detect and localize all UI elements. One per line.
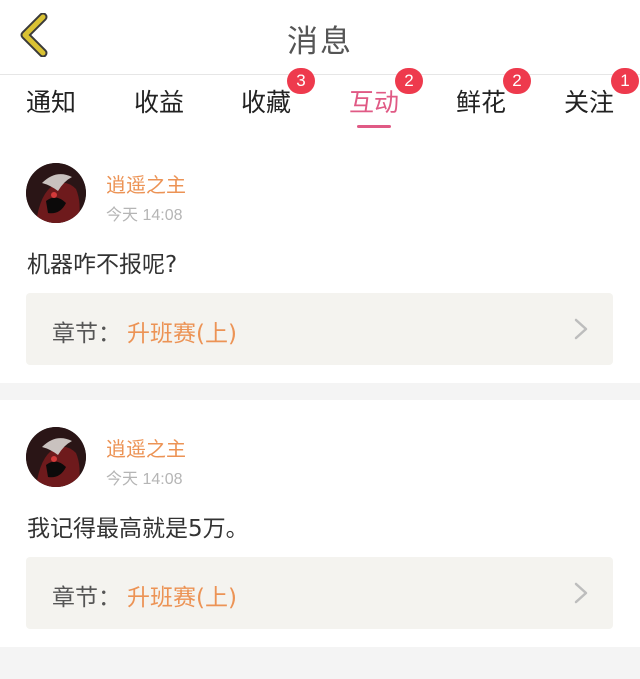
- chevron-right-icon: [574, 582, 588, 604]
- avatar-image: [26, 163, 86, 223]
- tab-badge: 3: [287, 68, 315, 94]
- chapter-link[interactable]: 章节： 升班赛(上): [26, 557, 613, 629]
- chapter-name: 升班赛(上): [127, 585, 237, 611]
- avatar[interactable]: [26, 163, 86, 223]
- tab-badge: 1: [611, 68, 639, 94]
- message-card: 逍遥之主 今天 14:08 机器咋不报呢? 章节： 升班赛(上): [0, 135, 640, 383]
- chevron-right-icon: [574, 318, 588, 340]
- tab-label: 收益: [133, 88, 184, 117]
- message-card: 逍遥之主 今天 14:08 我记得最高就是5万。 章节： 升班赛(上): [0, 400, 640, 647]
- active-tab-indicator: [357, 125, 391, 128]
- timestamp: 今天 14:08: [106, 471, 183, 488]
- chapter-link[interactable]: 章节： 升班赛(上): [26, 293, 613, 365]
- tab-favorites[interactable]: 收藏 3: [221, 68, 315, 135]
- tab-interactions[interactable]: 互动 2: [329, 68, 423, 135]
- tab-earnings[interactable]: 收益: [114, 75, 204, 135]
- chapter-prefix: 章节：: [52, 585, 121, 611]
- tab-bar: 通知 收益 收藏 3 互动 2 鲜花 2 关注 1: [0, 68, 640, 135]
- chapter-name: 升班赛(上): [127, 321, 237, 347]
- avatar-image: [26, 427, 86, 487]
- message-text: 我记得最高就是5万。: [27, 516, 249, 542]
- username[interactable]: 逍遥之主: [106, 169, 186, 198]
- tab-badge: 2: [503, 68, 531, 94]
- avatar[interactable]: [26, 427, 86, 487]
- page-title: 消息: [287, 24, 353, 60]
- tab-label: 通知: [25, 88, 76, 117]
- timestamp: 今天 14:08: [106, 207, 183, 224]
- tab-following[interactable]: 关注 1: [544, 68, 639, 135]
- message-text: 机器咋不报呢?: [27, 252, 178, 278]
- chapter-prefix: 章节：: [52, 321, 121, 347]
- tab-flowers[interactable]: 鲜花 2: [436, 68, 531, 135]
- tab-notifications[interactable]: 通知: [6, 75, 96, 135]
- top-bar: 消息: [0, 0, 640, 75]
- username[interactable]: 逍遥之主: [106, 433, 186, 462]
- tab-badge: 2: [395, 68, 423, 94]
